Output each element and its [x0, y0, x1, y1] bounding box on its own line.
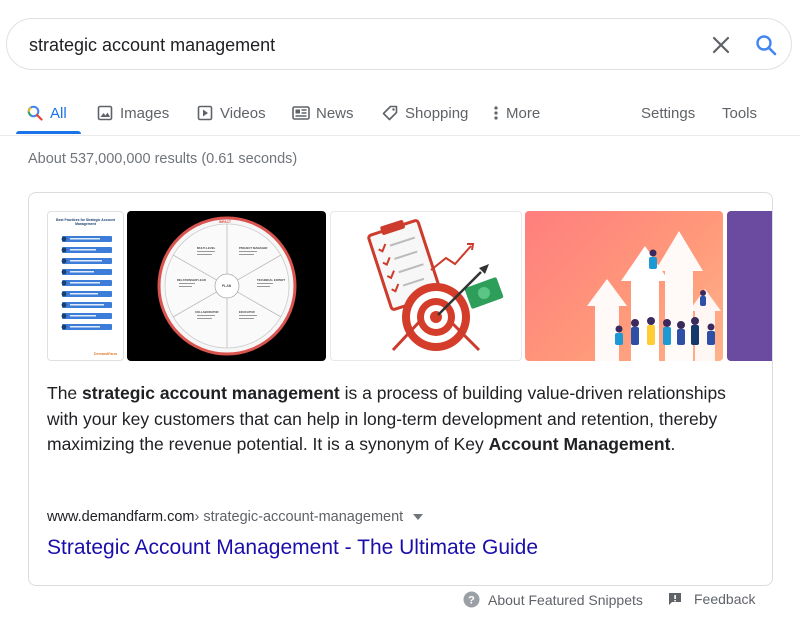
snippet-image-growth[interactable]	[525, 211, 723, 361]
image-carousel: Best Practices for Strategic Account Man…	[47, 211, 772, 361]
results-stats: About 537,000,000 results (0.61 seconds)	[28, 151, 298, 167]
search-icon	[756, 35, 777, 56]
feedback-link[interactable]: Feedback	[668, 591, 755, 607]
snippet-text-run: The	[47, 383, 83, 403]
snippet-image-infographic[interactable]: Best Practices for Strategic Account Man…	[47, 211, 124, 361]
tools-label: Tools	[722, 104, 758, 122]
snippet-image-partial[interactable]	[727, 211, 772, 361]
wheel-label-6: RELATIONSHIP LEAD	[177, 278, 206, 282]
tab-news[interactable]: News	[292, 92, 354, 134]
target-illustration	[367, 219, 504, 352]
about-featured-snippets-link[interactable]: ? About Featured Snippets	[463, 591, 643, 608]
close-icon	[712, 36, 730, 54]
tools-link[interactable]: Tools	[722, 92, 757, 134]
snippet-image-wheel[interactable]: IMPACT PLAN MULTI-LEVEL PROJECT MANAGER …	[127, 211, 326, 361]
snippet-bold-term: Account Management	[488, 434, 671, 454]
wheel-label-5: COLLABORATOR	[195, 310, 219, 314]
feedback-icon	[669, 593, 681, 605]
search-icon	[26, 104, 44, 122]
tab-label: All	[50, 104, 67, 122]
infographic-heading: Best Practices for Strategic Account Man…	[56, 218, 115, 226]
result-cite: www.demandfarm.com › strategic-account-m…	[47, 509, 424, 525]
wheel-label-center: PLAN	[222, 284, 232, 288]
tab-all[interactable]: All	[26, 92, 67, 134]
result-path: › strategic-account-management	[194, 509, 404, 525]
search-tabs: All Images Videos News Shopping More Set…	[0, 92, 800, 136]
wheel-label-4: EDUCATOR	[239, 310, 255, 314]
settings-label: Settings	[641, 104, 696, 122]
clear-search-button[interactable]	[707, 31, 735, 59]
tab-videos[interactable]: Videos	[196, 92, 266, 134]
tab-label: News	[316, 104, 354, 122]
snippet-text-run: .	[670, 434, 676, 454]
search-input[interactable]	[29, 32, 669, 58]
settings-link[interactable]: Settings	[641, 92, 695, 134]
play-icon	[196, 104, 214, 122]
more-vert-icon	[492, 104, 500, 122]
growth-arrows-illustration	[587, 231, 721, 361]
wheel-label-top: IMPACT	[219, 220, 231, 224]
feedback-label: Feedback	[694, 591, 756, 607]
snippet-bold-term: strategic account management	[82, 383, 340, 403]
wheel-label-3: TECHNICAL EXPERT	[257, 278, 286, 282]
tab-label: Images	[120, 104, 170, 122]
image-icon	[96, 104, 114, 122]
result-site: www.demandfarm.com	[47, 509, 195, 525]
result-title-link[interactable]: Strategic Account Management - The Ultim…	[47, 536, 538, 560]
help-icon: ?	[463, 591, 480, 608]
featured-snippet-card: Best Practices for Strategic Account Man…	[28, 192, 773, 586]
news-icon	[292, 104, 310, 122]
search-box	[6, 18, 792, 70]
tab-label: Videos	[220, 104, 266, 122]
snippet-image-target[interactable]	[330, 211, 522, 361]
tab-images[interactable]: Images	[96, 92, 169, 134]
tab-label: More	[506, 104, 541, 122]
active-tab-indicator	[16, 131, 81, 134]
about-featured-snippets-label: About Featured Snippets	[488, 591, 643, 608]
caret-down-icon[interactable]	[413, 514, 424, 520]
wheel-label-1: MULTI-LEVEL	[197, 246, 216, 250]
infographic-list-graphic	[61, 236, 112, 330]
tab-label: Shopping	[405, 104, 469, 122]
tag-icon	[381, 104, 399, 122]
search-button[interactable]	[751, 31, 781, 59]
wheel-label-2: PROJECT MANAGER	[239, 246, 268, 250]
snippet-text: The strategic account management is a pr…	[47, 381, 737, 458]
tab-shopping[interactable]: Shopping	[381, 92, 468, 134]
tab-more[interactable]: More	[492, 92, 540, 134]
svg-text:?: ?	[468, 595, 475, 607]
infographic-footer: DemandFarm	[94, 352, 117, 356]
